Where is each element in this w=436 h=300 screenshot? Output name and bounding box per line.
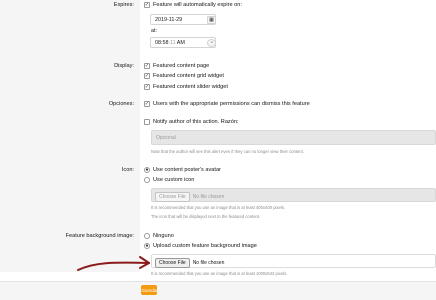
form-submit-bar [0, 281, 436, 300]
feature-settings-page: Expires: ✓ Feature will automatically ex… [0, 0, 436, 300]
annotation-arrow [77, 256, 150, 271]
save-button[interactable]: Guardar [141, 285, 158, 295]
save-button-label: Guardar [141, 287, 158, 293]
annotation-arrow-shaft [77, 261, 150, 271]
